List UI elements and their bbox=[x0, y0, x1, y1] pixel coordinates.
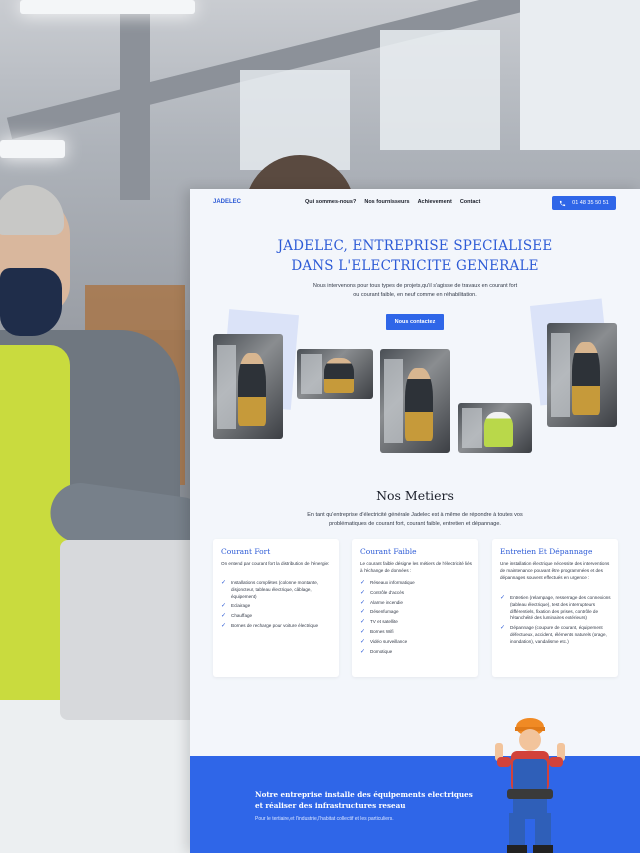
list-item: ✓ Contrôle d'accès bbox=[360, 589, 405, 596]
hero-title-line2: DANS L'ELECTRICITE GENERALE bbox=[291, 258, 539, 274]
phone-icon bbox=[560, 200, 566, 206]
check-icon: ✓ bbox=[221, 613, 227, 620]
card-intro: Une installation électrique nécessite de… bbox=[500, 561, 610, 580]
worker-photo bbox=[547, 323, 617, 427]
nav-link-contact[interactable]: Contact bbox=[460, 199, 480, 205]
list-item: ✓ Vidéo surveillance bbox=[360, 638, 408, 645]
nav-link-achievement[interactable]: Achievement bbox=[418, 199, 452, 205]
check-icon: ✓ bbox=[221, 622, 227, 629]
band-title: Notre entreprise installe des équipement… bbox=[255, 790, 473, 810]
list-item: ✓ Domotique bbox=[360, 648, 393, 655]
contact-cta-button[interactable]: Nous contactez bbox=[386, 314, 444, 330]
navbar: JADELEC Qui sommes-nous? Nos fournisseur… bbox=[190, 189, 640, 217]
worker-photo bbox=[213, 334, 283, 439]
check-icon: ✓ bbox=[221, 603, 227, 610]
window bbox=[380, 30, 500, 150]
ceiling-light bbox=[0, 140, 65, 158]
check-icon: ✓ bbox=[360, 589, 366, 596]
hero-title-line1: JADELEC, ENTREPRISE SPECIALISEE bbox=[277, 238, 553, 254]
card-title: Courant Fort bbox=[221, 547, 271, 556]
card-intro: Le courant faible désigne les métiers de… bbox=[360, 561, 472, 573]
worker-photo bbox=[297, 349, 373, 399]
check-icon: ✓ bbox=[360, 648, 366, 655]
logo[interactable]: JADELEC bbox=[213, 199, 241, 205]
website-mockup: JADELEC Qui sommes-nous? Nos fournisseur… bbox=[190, 189, 640, 853]
section-subtitle: En tant qu'entreprise d'électricité géné… bbox=[307, 512, 523, 527]
check-icon: ✓ bbox=[360, 609, 366, 616]
check-icon: ✓ bbox=[221, 580, 227, 586]
nav-link-about[interactable]: Qui sommes-nous? bbox=[305, 199, 356, 205]
nav-link-suppliers[interactable]: Nos fournisseurs bbox=[364, 199, 409, 205]
list-item: ✓ Bornes Wifi bbox=[360, 628, 394, 635]
window bbox=[520, 0, 640, 150]
list-item: ✓ Bornes de recharge pour voiture électri… bbox=[221, 622, 319, 629]
check-icon: ✓ bbox=[360, 638, 366, 645]
list-item: ✓ TV et satellite bbox=[360, 619, 398, 626]
list-item: ✓ Chauffage bbox=[221, 613, 253, 620]
face-mask bbox=[0, 268, 62, 336]
band-subtitle: Pour le tertiaire,et l'industrie,l'habit… bbox=[255, 816, 394, 822]
worker-photo bbox=[380, 349, 450, 453]
list-item: ✓ Réseaux informatique bbox=[360, 580, 415, 586]
check-icon: ✓ bbox=[360, 628, 366, 635]
hero-subtitle: Nous intervenons pour tous types de proj… bbox=[312, 283, 518, 298]
list-item: ✓ Eclairage bbox=[221, 603, 251, 610]
card-list: ✓ Entretien (relampage, resserrage des co… bbox=[500, 595, 612, 649]
card-list: ✓ Réseaux informatique ✓ Contrôle d'accès … bbox=[360, 580, 472, 658]
hero-title: JADELEC, ENTREPRISE SPECIALISEE DANS L'E… bbox=[190, 236, 640, 276]
service-card-courant-faible: Courant Faible Le courant faible désigne… bbox=[352, 539, 478, 677]
card-list: ✓ Installations complètes (colonne montan… bbox=[221, 580, 333, 633]
ceiling-light bbox=[20, 0, 195, 14]
service-card-courant-fort: Courant Fort On entend par courant fort … bbox=[213, 539, 339, 677]
check-icon: ✓ bbox=[500, 625, 506, 632]
ceiling-beam bbox=[120, 0, 150, 200]
check-icon: ✓ bbox=[360, 619, 366, 626]
list-item: ✓ Alarme incendie bbox=[360, 599, 403, 606]
list-item: ✓ Dépannage (coupure de courant, équipeme… bbox=[500, 625, 607, 644]
card-intro: On entend par courant fort la distributi… bbox=[221, 561, 330, 566]
list-item: ✓ Installations complètes (colonne montan… bbox=[221, 580, 319, 599]
nav-menu: Qui sommes-nous? Nos fournisseurs Achiev… bbox=[305, 199, 480, 205]
phone-button[interactable]: 01 48 35 50 51 bbox=[552, 196, 616, 210]
service-card-entretien: Entretien Et Dépannage Une installation … bbox=[492, 539, 618, 677]
check-icon: ✓ bbox=[500, 595, 506, 601]
check-icon: ✓ bbox=[360, 599, 366, 606]
list-item: ✓ Entretien (relampage, resserrage des co… bbox=[500, 595, 611, 621]
check-icon: ✓ bbox=[360, 580, 366, 586]
worker-photo bbox=[458, 403, 532, 453]
card-title: Entretien Et Dépannage bbox=[500, 547, 593, 556]
list-item: ✓ Désenfumage bbox=[360, 609, 399, 616]
desk bbox=[0, 700, 200, 853]
laptop bbox=[60, 540, 200, 720]
phone-number: 01 48 35 50 51 bbox=[572, 200, 609, 206]
section-title: Nos Metiers bbox=[376, 488, 454, 503]
electrician-illustration bbox=[495, 718, 565, 853]
card-title: Courant Faible bbox=[360, 547, 417, 556]
